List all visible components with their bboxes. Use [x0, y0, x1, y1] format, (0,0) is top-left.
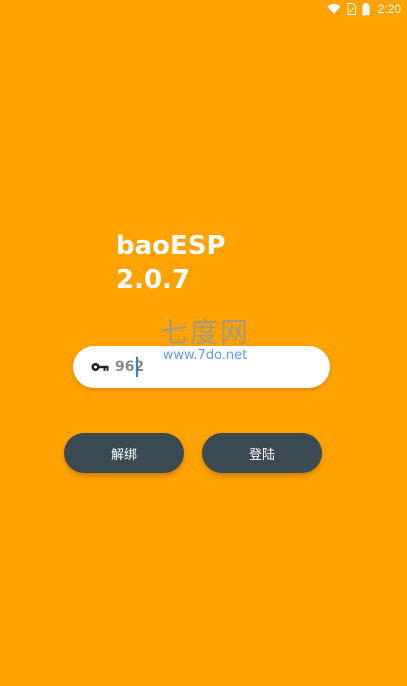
- key-field[interactable]: [73, 346, 330, 388]
- login-button[interactable]: 登陆: [202, 433, 322, 473]
- text-caret: [136, 357, 138, 377]
- key-icon: [91, 362, 109, 372]
- login-screen: 2:20 baoESP 2.0.7 七度网 www.7do.net 解绑 登陆: [0, 0, 407, 686]
- battery-icon: [362, 2, 370, 16]
- app-version: 2.0.7: [116, 265, 191, 295]
- watermark-logo: 七度网: [159, 316, 250, 349]
- key-input[interactable]: [115, 359, 295, 375]
- status-time: 2:20: [377, 2, 401, 16]
- unbind-button[interactable]: 解绑: [64, 433, 184, 473]
- app-title: baoESP 2.0.7: [116, 229, 226, 297]
- app-name: baoESP: [116, 231, 226, 261]
- wifi-icon: [327, 3, 341, 15]
- status-icons: 2:20: [327, 2, 401, 16]
- status-bar: 2:20: [0, 0, 407, 22]
- sim-icon: [347, 3, 356, 15]
